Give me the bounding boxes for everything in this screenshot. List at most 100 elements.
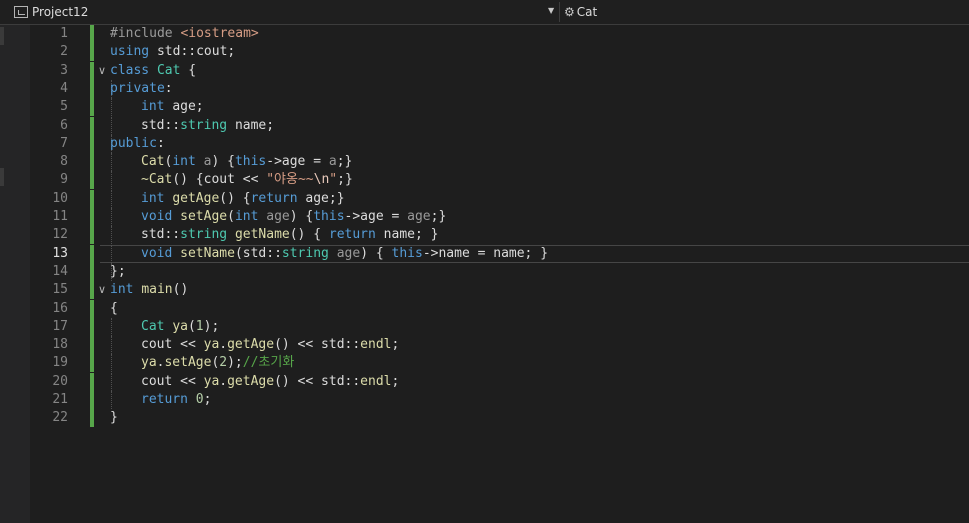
code-line[interactable]: 12 std::string getName() { return name; } [30, 226, 969, 245]
line-number: 10 [52, 190, 68, 206]
code-token: getAge [172, 190, 220, 206]
code-token: getAge [227, 337, 275, 353]
code-line[interactable]: 3 ∨ class Cat { [30, 61, 969, 80]
line-number: 19 [52, 355, 68, 371]
change-indicator [90, 98, 94, 117]
class-icon: ⚙ [564, 5, 575, 19]
code-line[interactable]: 18 cout << ya.getAge() << std::endl; [30, 336, 969, 355]
code-token: age [266, 209, 290, 224]
line-number: 8 [60, 154, 68, 170]
code-token: . [219, 337, 228, 353]
code-token: //초기화 [242, 355, 295, 371]
code-token: name; [234, 117, 275, 133]
scope-dropdown[interactable]: ⚙ Cat [562, 1, 597, 23]
change-indicator [90, 25, 94, 43]
code-line[interactable]: 17 Cat ya(1); [30, 317, 969, 336]
code-token: age; [172, 99, 204, 115]
scope-label: Cat [576, 5, 598, 19]
project-dropdown[interactable]: Project12 [0, 1, 560, 23]
code-token: ;} [336, 154, 353, 170]
code-token: (std:: [234, 245, 282, 261]
code-line[interactable]: 16 { [30, 299, 969, 318]
code-token: { [188, 62, 197, 78]
code-token: : [156, 135, 165, 151]
chevron-down-icon[interactable]: ▼ [548, 6, 554, 15]
code-token: endl [360, 373, 392, 389]
code-line[interactable]: 13 void setName(std::string age) { this->… [30, 244, 969, 263]
code-line[interactable]: 8 Cat(int a) {this->age = a;} [30, 153, 969, 172]
code-token: ; [391, 373, 400, 389]
code-line[interactable]: 9 ~Cat() {cout << "야옹~~\n";} [30, 171, 969, 190]
code-token: void [141, 209, 181, 224]
code-line[interactable]: 4 private: [30, 79, 969, 98]
code-text: using std::cout; [110, 43, 235, 61]
code-text: int getAge() {return age;} [141, 190, 345, 208]
code-line[interactable]: 5 int age; [30, 98, 969, 117]
code-token: using [110, 44, 157, 60]
line-number: 5 [60, 99, 68, 115]
code-text: std::string getName() { return name; } [141, 226, 438, 244]
code-token: ( [187, 318, 196, 334]
code-token: 0 [195, 392, 204, 407]
code-token: cout << [141, 337, 204, 353]
code-token: string [180, 227, 235, 243]
code-token: getName [234, 227, 290, 243]
line-number: 22 [52, 410, 68, 426]
code-token: #include [110, 26, 181, 41]
strip-marker [0, 27, 4, 45]
change-indicator [90, 189, 94, 208]
code-line[interactable]: 19 ya.setAge(2);//초기화 [30, 354, 969, 373]
code-token: name; } [383, 227, 439, 243]
code-token: string [180, 117, 235, 133]
code-token: \n [313, 172, 330, 188]
code-line[interactable]: 1 #include <iostream> [30, 25, 969, 43]
change-indicator [90, 336, 94, 355]
code-token: ) { [360, 245, 392, 261]
code-token: std::cout; [156, 44, 236, 60]
fold-toggle-icon[interactable]: ∨ [98, 282, 106, 298]
code-line[interactable]: 15 ∨ int main() [30, 281, 969, 300]
code-text: }; [110, 263, 126, 281]
code-text: Cat ya(1); [141, 318, 219, 336]
code-token: this [391, 245, 423, 261]
code-token: cout << [141, 373, 204, 389]
code-token: age [336, 245, 361, 261]
fold-toggle-icon[interactable]: ∨ [98, 63, 106, 79]
navbar-divider [559, 2, 560, 22]
project-label: Project12 [32, 5, 89, 19]
code-text: return 0; [141, 391, 211, 409]
code-token: int [234, 209, 267, 224]
code-line[interactable]: 10 int getAge() {return age;} [30, 189, 969, 208]
code-line[interactable]: 7 public: [30, 134, 969, 153]
code-token: } [110, 410, 118, 426]
code-line[interactable]: 22} [30, 409, 969, 428]
code-token: "야옹~~ [266, 172, 314, 188]
code-token: string [281, 245, 337, 261]
line-number: 16 [52, 300, 68, 316]
code-line[interactable]: 2 using std::cout; [30, 43, 969, 62]
change-indicator [90, 171, 94, 190]
code-line[interactable]: 6 std::string name; [30, 116, 969, 135]
indent-guide [111, 116, 112, 135]
change-indicator [90, 299, 94, 318]
line-number: 15 [52, 282, 68, 298]
indent-guide [111, 317, 112, 336]
code-token: void [141, 245, 181, 261]
code-line[interactable]: 20 cout << ya.getAge() << std::endl; [30, 372, 969, 391]
code-token: ;} [337, 172, 353, 188]
code-token: setAge [164, 355, 212, 371]
change-indicator [90, 244, 94, 263]
change-indicator [90, 354, 94, 373]
code-line[interactable]: 14}; [30, 262, 969, 281]
code-line[interactable]: 11 void setAge(int age) {this->age = age;… [30, 208, 969, 226]
line-number: 18 [52, 337, 68, 353]
code-token: () << std:: [274, 337, 361, 353]
code-token: class [110, 62, 157, 78]
indent-guide [111, 391, 112, 409]
code-token: ->name = name; } [422, 245, 549, 261]
code-line[interactable]: 21 return 0; [30, 391, 969, 409]
line-number: 6 [60, 117, 68, 133]
code-token: ); [227, 355, 243, 371]
code-token: std:: [141, 227, 181, 243]
code-editor[interactable]: 1 #include <iostream> 2 using std::cout; 3 ∨ c… [30, 25, 969, 523]
